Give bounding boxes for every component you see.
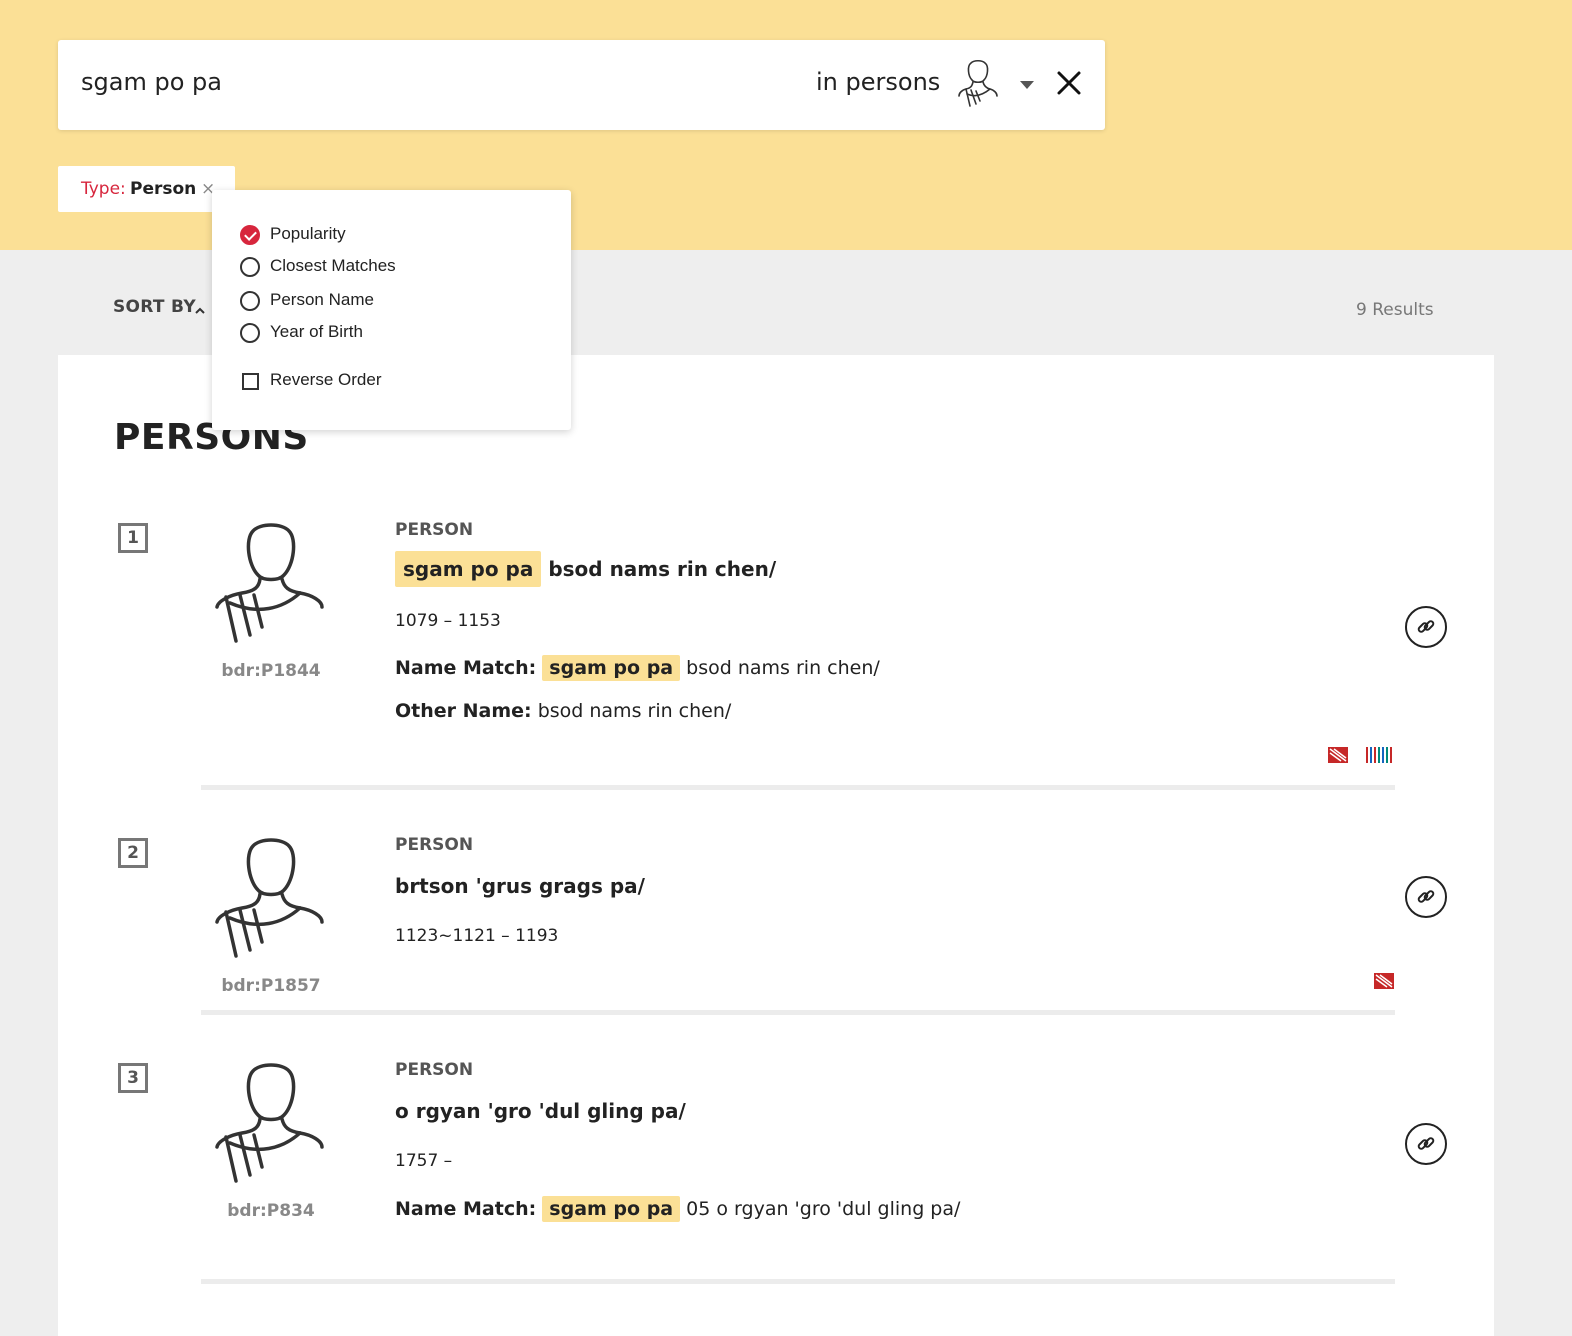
resource-id[interactable]: bdr:P834 [208, 1201, 334, 1221]
result-title[interactable]: sgam po pa bsod nams rin chen/ [395, 551, 776, 587]
other-name-label: Other Name: [395, 700, 532, 722]
sort-option-label: Closest Matches [270, 256, 396, 275]
link-icon[interactable] [1405, 1123, 1447, 1165]
person-avatar-icon[interactable] [208, 519, 334, 645]
name-rest: bsod nams rin chen/ [548, 557, 777, 581]
result-number: 2 [118, 838, 148, 868]
other-name-value: bsod nams rin chen/ [537, 700, 732, 722]
result-dates: 1079 – 1153 [395, 611, 501, 631]
name-match-rest: 05 o rgyan 'gro 'dul gling pa/ [686, 1198, 961, 1220]
result-kind: PERSON [395, 520, 474, 540]
search-bar[interactable]: sgam po pa in persons [58, 40, 1105, 130]
filter-chip-key: Type: [81, 179, 126, 199]
name-match: Name Match: sgam po pa bsod nams rin che… [395, 655, 880, 681]
name-match-highlight: sgam po pa [542, 1196, 681, 1222]
filter-chip-type[interactable]: Type: Person × [58, 166, 235, 212]
sort-by-toggle[interactable]: SORT BY [113, 297, 196, 317]
sort-option-label: Person Name [270, 290, 374, 309]
search-scope-label[interactable]: in persons [816, 68, 940, 96]
sort-option-label: Popularity [270, 224, 346, 243]
sort-dropdown: Popularity Closest Matches Person Name Y… [212, 190, 571, 430]
result-dates: 1123~1121 – 1193 [395, 926, 559, 946]
name-match-label: Name Match: [395, 657, 537, 679]
radio-checked-icon[interactable] [240, 225, 260, 245]
radio-icon[interactable] [240, 323, 260, 343]
source-red-icon [1374, 973, 1394, 989]
name-match-rest: bsod nams rin chen/ [686, 657, 880, 679]
result-title[interactable]: o rgyan 'gro 'dul gling pa/ [395, 1099, 686, 1123]
checkbox-icon[interactable] [242, 373, 259, 390]
name-match: Name Match: sgam po pa 05 o rgyan 'gro '… [395, 1196, 960, 1222]
sort-option-label: Year of Birth [270, 322, 363, 341]
result-divider [201, 785, 1395, 790]
result-dates: 1757 – [395, 1151, 453, 1171]
person-avatar-icon[interactable] [208, 1059, 334, 1185]
name-match-highlight: sgam po pa [542, 655, 681, 681]
source-red-icon [1328, 747, 1348, 763]
results-panel: PERSONS 1 bdr:P1844 PERSON sgam po pa bs… [58, 355, 1494, 1336]
source-barcode-icon [1366, 747, 1392, 763]
search-input[interactable]: sgam po pa [81, 68, 222, 96]
result-divider [201, 1010, 1395, 1015]
result-kind: PERSON [395, 1060, 474, 1080]
resource-id[interactable]: bdr:P1844 [208, 661, 334, 681]
results-count: 9 Results [1356, 300, 1434, 320]
radio-icon[interactable] [240, 257, 260, 277]
result-number: 1 [118, 523, 148, 553]
person-avatar-icon[interactable] [208, 834, 334, 960]
close-icon[interactable] [1056, 70, 1082, 96]
link-icon[interactable] [1405, 606, 1447, 648]
name-highlight: sgam po pa [395, 551, 542, 587]
other-name: Other Name: bsod nams rin chen/ [395, 700, 731, 722]
link-icon[interactable] [1405, 876, 1447, 918]
reverse-order-label: Reverse Order [270, 370, 382, 389]
chevron-up-icon[interactable] [194, 302, 206, 314]
result-kind: PERSON [395, 835, 474, 855]
resource-id[interactable]: bdr:P1857 [208, 976, 334, 996]
result-title[interactable]: brtson 'grus grags pa/ [395, 874, 645, 898]
person-icon[interactable] [954, 58, 1002, 112]
result-number: 3 [118, 1063, 148, 1093]
filter-chip-value: Person [130, 179, 197, 199]
radio-icon[interactable] [240, 291, 260, 311]
name-match-label: Name Match: [395, 1198, 537, 1220]
chevron-down-icon[interactable] [1020, 81, 1034, 89]
result-divider [201, 1279, 1395, 1284]
